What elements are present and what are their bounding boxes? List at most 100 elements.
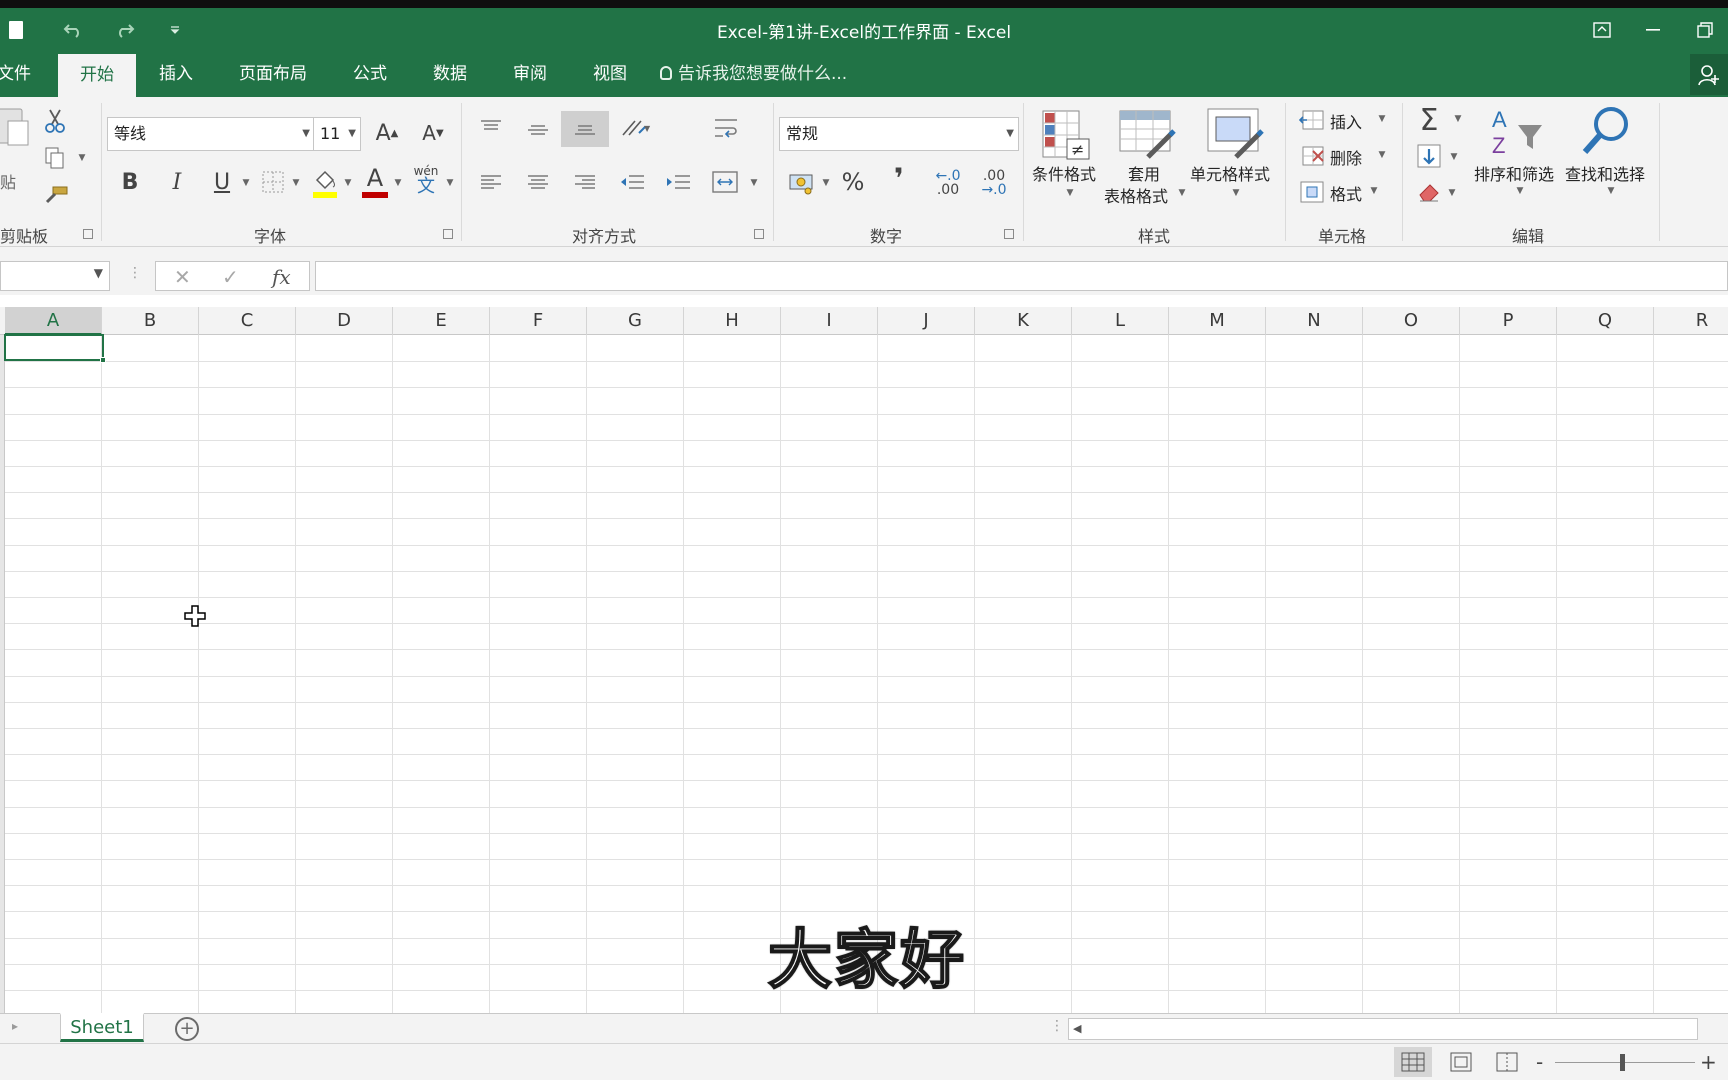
bold-button[interactable]: B	[116, 167, 144, 197]
italic-button[interactable]: I	[163, 167, 191, 197]
tab-view[interactable]: 视图	[582, 52, 638, 97]
font-launcher-icon[interactable]	[443, 229, 453, 239]
sort-filter-dropdown-icon[interactable]: ▼	[1514, 185, 1526, 197]
tell-me-box[interactable]: 告诉我您想要做什么...	[660, 52, 847, 97]
alignment-launcher-icon[interactable]	[754, 229, 764, 239]
align-center-icon[interactable]	[525, 169, 551, 195]
fill-color-dropdown-icon[interactable]: ▼	[342, 177, 354, 189]
wrap-text-icon[interactable]	[712, 113, 742, 143]
decrease-indent-icon[interactable]	[618, 169, 646, 195]
insert-function-button[interactable]: fx	[272, 262, 291, 292]
formula-bar-grip-icon[interactable]: ⋮	[128, 265, 142, 281]
format-as-table-line2[interactable]: 表格格式	[1104, 183, 1168, 207]
sheet-tab-sheet1[interactable]: Sheet1	[60, 1013, 144, 1042]
column-header-m[interactable]: M	[1169, 307, 1266, 335]
cancel-entry-button[interactable]: ✕	[174, 262, 191, 292]
sort-filter-label[interactable]: 排序和筛选	[1474, 161, 1554, 185]
find-select-label[interactable]: 查找和选择	[1565, 161, 1645, 185]
column-header-l[interactable]: L	[1072, 307, 1169, 335]
minimize-icon[interactable]	[1630, 8, 1676, 52]
scroll-sheets-icon[interactable]: ▸	[12, 1019, 18, 1033]
format-as-table-line1[interactable]: 套用	[1128, 161, 1160, 185]
comma-style-button[interactable]: ❜	[886, 162, 912, 195]
zoom-out-button[interactable]: -	[1536, 1050, 1543, 1074]
orientation-icon[interactable]: ▼	[618, 113, 652, 143]
zoom-in-button[interactable]: +	[1700, 1050, 1717, 1074]
number-format-combo[interactable]: 常规 ▼	[779, 117, 1019, 151]
tab-insert[interactable]: 插入	[148, 52, 204, 97]
restore-icon[interactable]	[1682, 8, 1728, 52]
column-header-j[interactable]: J	[878, 307, 975, 335]
sort-filter-icon[interactable]: AZ	[1488, 105, 1546, 159]
clear-icon[interactable]	[1414, 177, 1444, 207]
merge-center-icon[interactable]	[710, 167, 740, 197]
clear-dropdown-icon[interactable]: ▼	[1446, 187, 1458, 199]
percent-style-button[interactable]: %	[838, 167, 868, 197]
align-right-icon[interactable]	[572, 169, 598, 195]
cut-icon[interactable]	[42, 107, 68, 135]
phonetic-dropdown-icon[interactable]: ▼	[444, 177, 456, 189]
account-icon[interactable]	[1690, 54, 1728, 95]
autosum-dropdown-icon[interactable]: ▼	[1452, 113, 1464, 125]
column-header-r[interactable]: R	[1654, 307, 1728, 335]
zoom-slider-thumb[interactable]	[1620, 1054, 1625, 1071]
active-cell-a1[interactable]	[4, 334, 106, 363]
conditional-dropdown-icon[interactable]: ▼	[1064, 187, 1076, 199]
borders-icon[interactable]	[260, 169, 286, 195]
column-header-o[interactable]: O	[1363, 307, 1460, 335]
scroll-left-icon[interactable]: ◀	[1073, 1022, 1081, 1035]
formula-input[interactable]	[315, 261, 1728, 291]
font-name-combo[interactable]: 等线 ▼	[107, 117, 315, 151]
worksheet-grid[interactable]: ABCDEFGHIJKLMNOPQR 大家好	[0, 307, 1728, 1013]
phonetic-guide-icon[interactable]: wén 文	[410, 163, 442, 199]
column-header-p[interactable]: P	[1460, 307, 1557, 335]
conditional-formatting-icon[interactable]: ≠	[1040, 109, 1092, 161]
cell-styles-dropdown-icon[interactable]: ▼	[1230, 187, 1242, 199]
column-header-g[interactable]: G	[587, 307, 684, 335]
paste-icon[interactable]	[0, 107, 32, 147]
find-select-icon[interactable]	[1576, 103, 1634, 161]
find-select-dropdown-icon[interactable]: ▼	[1605, 185, 1617, 197]
copy-icon[interactable]	[42, 145, 68, 171]
number-launcher-icon[interactable]	[1004, 229, 1014, 239]
column-header-c[interactable]: C	[199, 307, 296, 335]
tab-home[interactable]: 开始	[58, 54, 136, 97]
tab-data[interactable]: 数据	[422, 52, 478, 97]
delete-cells-label[interactable]: 删除	[1330, 145, 1362, 169]
page-layout-view-icon[interactable]	[1442, 1047, 1480, 1077]
column-header-i[interactable]: I	[781, 307, 878, 335]
horizontal-scrollbar[interactable]: ◀	[1068, 1018, 1698, 1040]
column-header-n[interactable]: N	[1266, 307, 1363, 335]
fill-icon[interactable]	[1414, 141, 1444, 171]
tab-page-layout[interactable]: 页面布局	[230, 52, 316, 97]
top-align-icon[interactable]	[478, 113, 504, 139]
paste-label[interactable]: 贴	[0, 169, 16, 193]
increase-indent-icon[interactable]	[664, 169, 692, 195]
format-as-table-dropdown-icon[interactable]: ▼	[1176, 187, 1188, 199]
page-break-view-icon[interactable]	[1488, 1047, 1526, 1077]
cell-styles-icon[interactable]	[1206, 107, 1264, 161]
increase-decimal-icon[interactable]: ←.0.00	[930, 163, 966, 203]
autosum-icon[interactable]: Σ	[1414, 103, 1444, 138]
format-painter-icon[interactable]	[42, 183, 70, 207]
confirm-entry-button[interactable]: ✓	[222, 262, 239, 292]
accounting-format-icon[interactable]	[786, 167, 820, 197]
font-size-combo[interactable]: 11 ▼	[313, 117, 361, 151]
normal-view-icon[interactable]	[1394, 1047, 1432, 1077]
zoom-slider[interactable]	[1555, 1062, 1695, 1063]
copy-dropdown-icon[interactable]: ▼	[76, 152, 88, 164]
insert-cells-label[interactable]: 插入	[1330, 109, 1362, 133]
delete-cells-dropdown-icon[interactable]: ▼	[1376, 149, 1388, 161]
format-cells-label[interactable]: 格式	[1330, 181, 1362, 205]
format-cells-icon[interactable]	[1298, 179, 1326, 205]
tab-formulas[interactable]: 公式	[342, 52, 398, 97]
bottom-align-icon[interactable]	[561, 111, 609, 147]
insert-cells-icon[interactable]	[1298, 107, 1326, 133]
format-as-table-icon[interactable]	[1118, 109, 1176, 161]
name-box[interactable]: ▼	[0, 261, 110, 291]
column-header-e[interactable]: E	[393, 307, 490, 335]
ribbon-display-options-icon[interactable]	[1579, 8, 1625, 52]
decrease-font-size-icon[interactable]: A ▼	[418, 115, 448, 151]
accounting-dropdown-icon[interactable]: ▼	[820, 177, 832, 189]
column-header-h[interactable]: H	[684, 307, 781, 335]
